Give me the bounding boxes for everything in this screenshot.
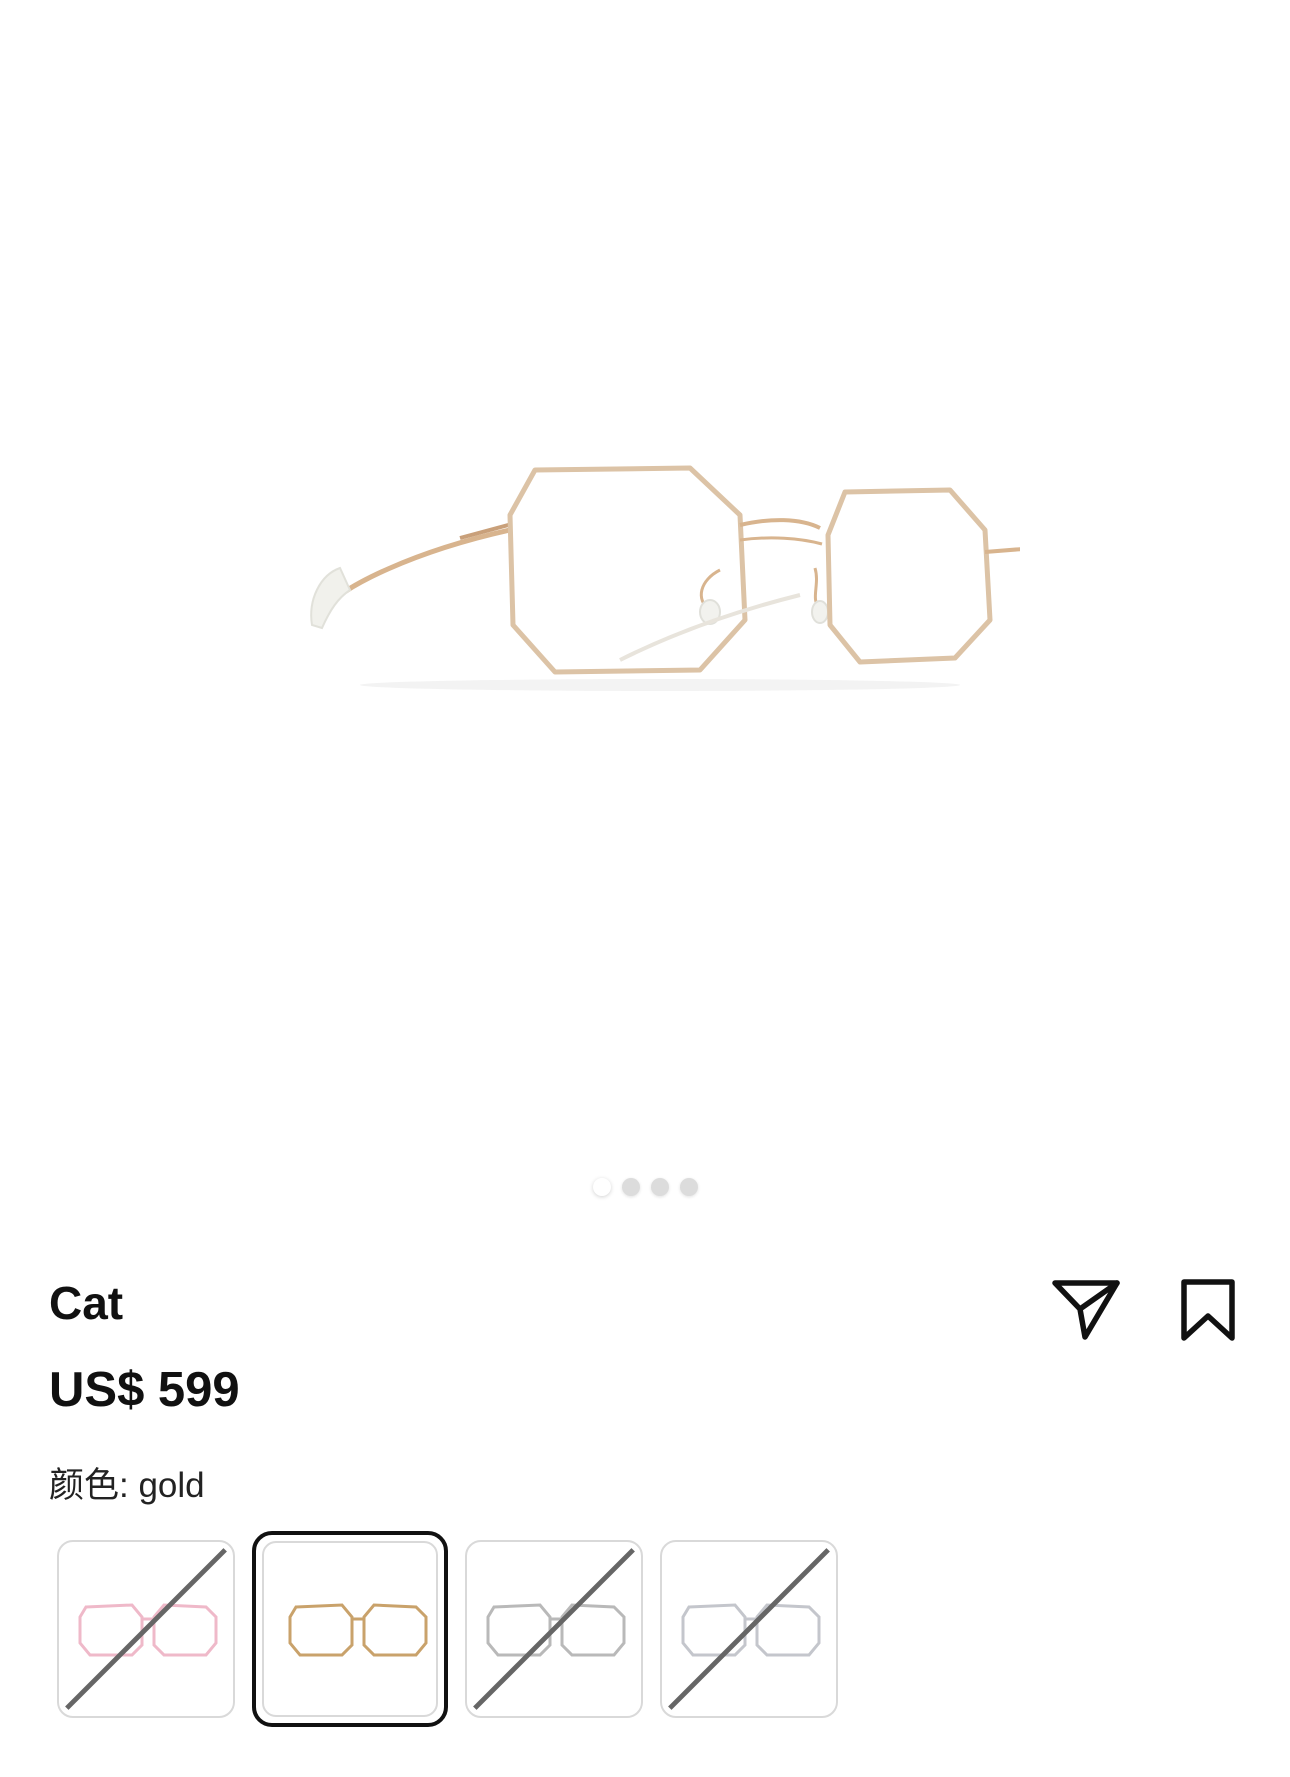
unavailable-slash bbox=[668, 1548, 830, 1710]
product-price: US$ 599 bbox=[49, 1363, 240, 1417]
bookmark-icon bbox=[1181, 1279, 1235, 1341]
share-button[interactable] bbox=[1046, 1270, 1126, 1350]
pager-dot-2[interactable] bbox=[621, 1178, 640, 1196]
pager-dot-4[interactable] bbox=[679, 1178, 698, 1196]
pager-dot-3[interactable] bbox=[650, 1178, 669, 1196]
unavailable-slash bbox=[473, 1548, 635, 1710]
paper-plane-icon bbox=[1052, 1280, 1120, 1340]
pager-dot-1[interactable] bbox=[592, 1178, 611, 1196]
product-image-gallery[interactable] bbox=[0, 0, 1290, 1230]
unavailable-slash bbox=[65, 1548, 227, 1710]
color-swatches bbox=[57, 1531, 838, 1727]
color-swatch-silver[interactable] bbox=[465, 1540, 643, 1718]
product-name: Cat bbox=[49, 1277, 124, 1329]
bookmark-button[interactable] bbox=[1168, 1270, 1248, 1350]
glasses-image bbox=[310, 465, 1020, 691]
color-swatch-gray[interactable] bbox=[660, 1540, 838, 1718]
color-swatch-pink[interactable] bbox=[57, 1540, 235, 1718]
color-swatch-gold[interactable] bbox=[252, 1531, 448, 1727]
glasses-thumbnail bbox=[288, 1603, 428, 1657]
image-pager[interactable] bbox=[0, 1178, 1290, 1196]
color-label: 颜色: gold bbox=[49, 1466, 205, 1505]
